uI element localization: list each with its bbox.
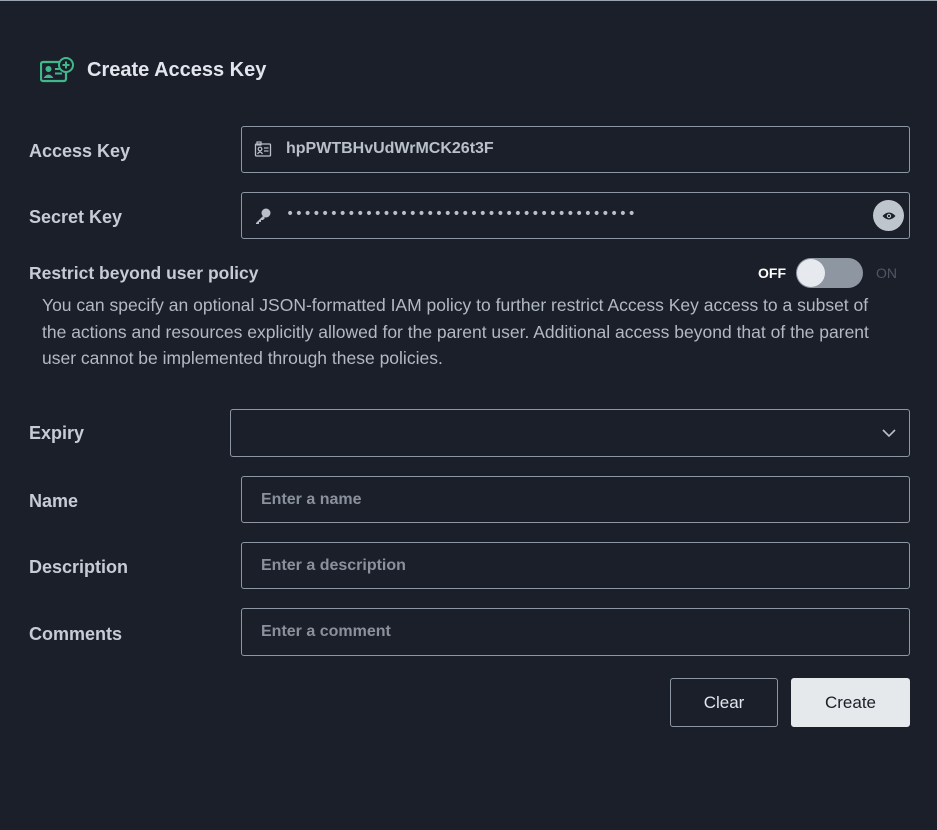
toggle-on-label: ON <box>876 265 897 281</box>
toggle-knob <box>797 259 825 287</box>
clear-button[interactable]: Clear <box>670 678 778 727</box>
comments-field <box>241 608 910 656</box>
top-divider <box>0 0 937 3</box>
secret-key-field[interactable]: •••••••••••••••••••••••••••••••••••••••• <box>241 192 910 239</box>
description-input[interactable] <box>242 543 909 588</box>
eye-icon <box>882 212 895 219</box>
secret-key-value: •••••••••••••••••••••••••••••••••••••••• <box>286 206 637 222</box>
expiry-select[interactable] <box>230 409 910 457</box>
expiry-label: Expiry <box>29 423 85 443</box>
restrict-policy-switch: OFF ON <box>758 258 897 288</box>
access-key-field[interactable]: hpPWTBHvUdWrMCK26t3F <box>241 126 910 173</box>
create-button[interactable]: Create <box>791 678 910 727</box>
access-key-value: hpPWTBHvUdWrMCK26t3F <box>286 140 494 157</box>
key-icon <box>256 208 271 224</box>
name-input[interactable] <box>242 477 909 522</box>
toggle-off-label: OFF <box>758 265 786 281</box>
name-label: Name <box>29 491 79 511</box>
id-card-icon <box>254 141 272 157</box>
description-label: Description <box>29 557 129 577</box>
show-secret-button[interactable] <box>873 200 904 231</box>
comments-input[interactable] <box>242 609 909 655</box>
restrict-policy-toggle[interactable] <box>796 258 863 288</box>
description-field <box>241 542 910 589</box>
access-key-label: Access Key <box>29 141 131 161</box>
name-field <box>241 476 910 523</box>
restrict-policy-label: Restrict beyond user policy <box>29 263 259 283</box>
secret-key-label: Secret Key <box>29 207 123 227</box>
modal-header: Create Access Key <box>40 57 266 83</box>
restrict-policy-description: You can specify an optional JSON-formatt… <box>42 295 869 368</box>
chevron-down-icon <box>882 429 896 438</box>
comments-label: Comments <box>29 624 123 644</box>
modal-title: Create Access Key <box>87 58 267 81</box>
add-credentials-icon <box>40 57 74 83</box>
